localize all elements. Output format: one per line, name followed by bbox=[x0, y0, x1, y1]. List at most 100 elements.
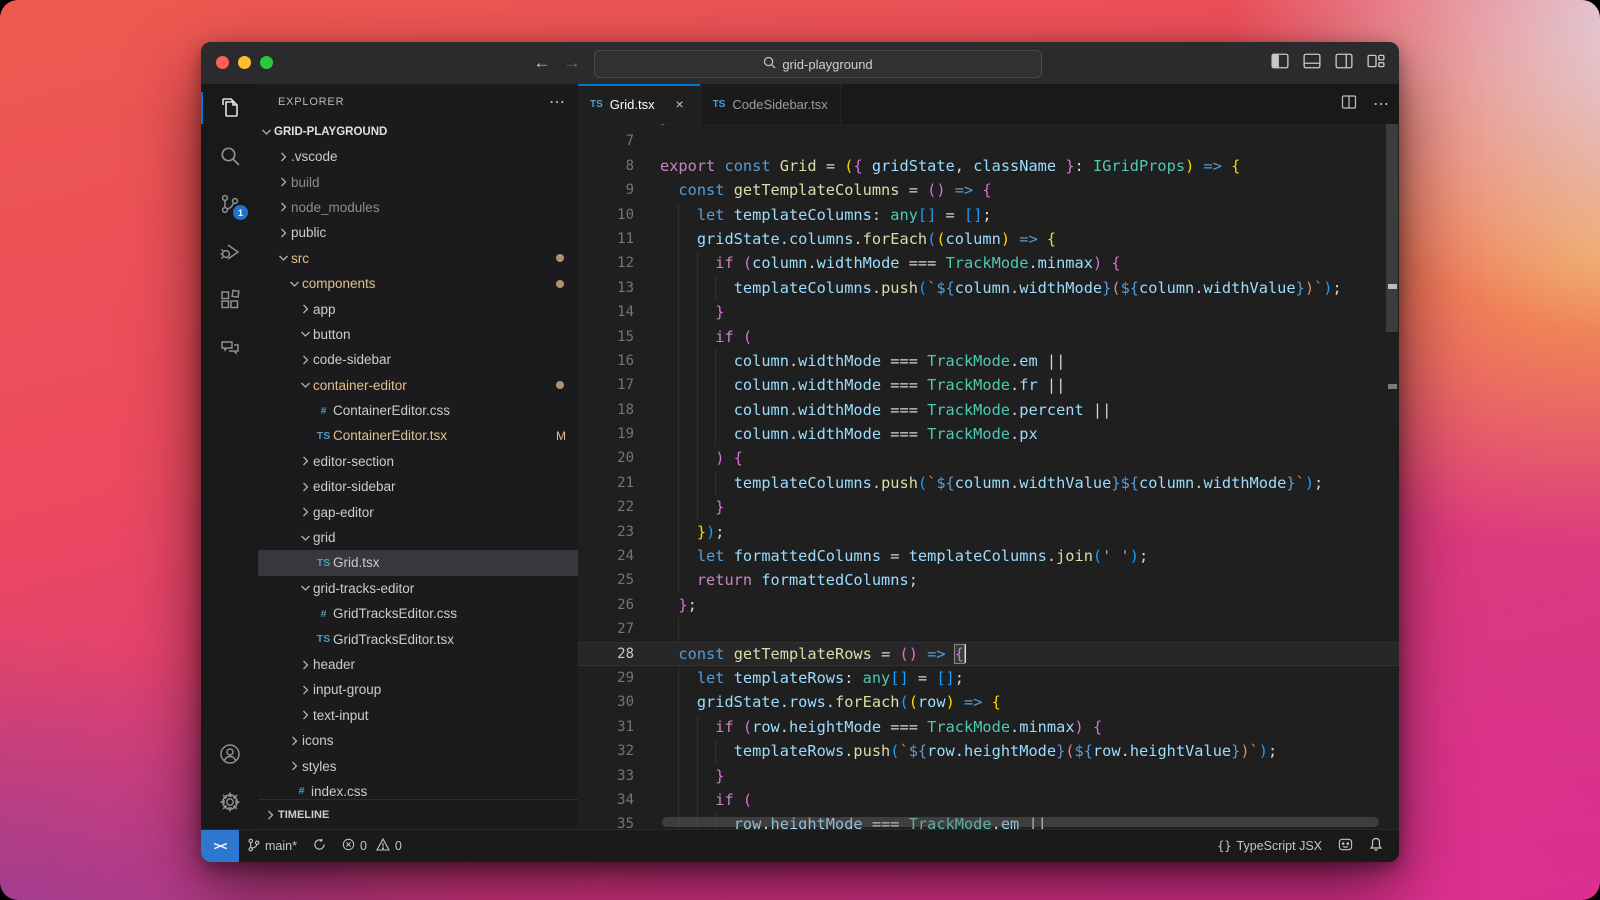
activity-explorer-icon[interactable] bbox=[201, 84, 258, 132]
code-line-27[interactable]: 27 bbox=[578, 617, 1399, 641]
editor-tab-Grid.tsx[interactable]: TSGrid.tsx× bbox=[578, 84, 701, 124]
vertical-scrollbar[interactable] bbox=[1386, 124, 1398, 332]
horizontal-scrollbar[interactable] bbox=[662, 817, 1379, 827]
tree-folder-text-input[interactable]: text-input bbox=[258, 703, 578, 728]
search-icon bbox=[763, 56, 776, 72]
code-line-34[interactable]: 34 if ( bbox=[578, 788, 1399, 812]
tree-folder-gap-editor[interactable]: gap-editor bbox=[258, 499, 578, 524]
code-line-24[interactable]: 24 let formattedColumns = templateColumn… bbox=[578, 544, 1399, 568]
toggle-primary-sidebar-icon[interactable] bbox=[1271, 52, 1289, 70]
code-line-11[interactable]: 11 gridState.columns.forEach((column) =>… bbox=[578, 227, 1399, 251]
timeline-section-header[interactable]: TIMELINE bbox=[258, 799, 578, 830]
tree-file-GridTracksEditor.tsx[interactable]: TSGridTracksEditor.tsx bbox=[258, 626, 578, 651]
editor-group: TSGrid.tsx×TSCodeSidebar.tsx ⋯ 6}78expor… bbox=[578, 84, 1399, 830]
maximize-window-button[interactable] bbox=[260, 56, 273, 69]
indent-guide bbox=[678, 764, 679, 788]
tree-folder-editor-sidebar[interactable]: editor-sidebar bbox=[258, 474, 578, 499]
problems-status[interactable]: 0 0 bbox=[334, 830, 410, 862]
code-line-21[interactable]: 21 templateColumns.push(`${column.widthV… bbox=[578, 471, 1399, 495]
code-line-23[interactable]: 23 }); bbox=[578, 520, 1399, 544]
code-line-31[interactable]: 31 if (row.heightMode === TrackMode.minm… bbox=[578, 715, 1399, 739]
indent-guide bbox=[697, 764, 698, 788]
code-line-12[interactable]: 12 if (column.widthMode === TrackMode.mi… bbox=[578, 251, 1399, 275]
activity-comments-icon[interactable] bbox=[201, 324, 258, 372]
activity-run-debug-icon[interactable] bbox=[201, 228, 258, 276]
code-line-28[interactable]: 28 const getTemplateRows = () => { bbox=[578, 642, 1399, 666]
git-branch-status[interactable]: main* bbox=[239, 830, 305, 862]
code-line-17[interactable]: 17 column.widthMode === TrackMode.fr || bbox=[578, 373, 1399, 397]
tree-folder-app[interactable]: app bbox=[258, 296, 578, 321]
code-line-15[interactable]: 15 if ( bbox=[578, 325, 1399, 349]
tree-folder-components[interactable]: components bbox=[258, 271, 578, 296]
tree-item-label: ContainerEditor.css bbox=[333, 403, 450, 418]
tree-folder-grid[interactable]: grid bbox=[258, 525, 578, 550]
editor-tab-CodeSidebar.tsx[interactable]: TSCodeSidebar.tsx bbox=[701, 84, 841, 124]
close-window-button[interactable] bbox=[216, 56, 229, 69]
tree-folder-icons[interactable]: icons bbox=[258, 728, 578, 753]
code-line-10[interactable]: 10 let templateColumns: any[] = []; bbox=[578, 203, 1399, 227]
tree-file-ContainerEditor.css[interactable]: #ContainerEditor.css bbox=[258, 398, 578, 423]
braces-icon: {} bbox=[1217, 839, 1231, 853]
tree-folder-editor-section[interactable]: editor-section bbox=[258, 449, 578, 474]
code-line-30[interactable]: 30 gridState.rows.forEach((row) => { bbox=[578, 690, 1399, 714]
tree-folder-.vscode[interactable]: .vscode bbox=[258, 144, 578, 169]
toggle-secondary-sidebar-icon[interactable] bbox=[1335, 52, 1353, 70]
code-line-18[interactable]: 18 column.widthMode === TrackMode.percen… bbox=[578, 398, 1399, 422]
accounts-icon[interactable] bbox=[201, 730, 258, 778]
tree-file-ContainerEditor.tsx[interactable]: TSContainerEditor.tsxM bbox=[258, 423, 578, 448]
tree-folder-grid-tracks-editor[interactable]: grid-tracks-editor bbox=[258, 576, 578, 601]
code-line-33[interactable]: 33 } bbox=[578, 764, 1399, 788]
code-line-8[interactable]: 8export const Grid = ({ gridState, class… bbox=[578, 154, 1399, 178]
tree-item-label: src bbox=[291, 251, 309, 266]
language-mode-selector[interactable]: {} TypeScript JSX bbox=[1209, 830, 1330, 862]
tree-folder-node_modules[interactable]: node_modules bbox=[258, 195, 578, 220]
tree-file-Grid.tsx[interactable]: TSGrid.tsx bbox=[258, 550, 578, 575]
code-line-26[interactable]: 26 }; bbox=[578, 593, 1399, 617]
feedback-button[interactable] bbox=[1330, 830, 1361, 862]
command-center-search[interactable]: grid-playground bbox=[594, 50, 1042, 78]
history-back-button[interactable]: ← bbox=[529, 50, 555, 76]
tree-file-GridTracksEditor.css[interactable]: #GridTracksEditor.css bbox=[258, 601, 578, 626]
tree-folder-public[interactable]: public bbox=[258, 220, 578, 245]
explorer-more-actions-icon[interactable]: ⋯ bbox=[549, 92, 566, 112]
code-line-25[interactable]: 25 return formattedColumns; bbox=[578, 568, 1399, 592]
settings-gear-icon[interactable] bbox=[201, 778, 258, 826]
toggle-panel-icon[interactable] bbox=[1303, 52, 1321, 70]
customize-layout-icon[interactable] bbox=[1367, 52, 1385, 70]
indent-guide bbox=[678, 349, 679, 373]
line-number: 18 bbox=[578, 398, 634, 422]
tree-item-label: grid bbox=[313, 530, 336, 545]
tree-folder-button[interactable]: button bbox=[258, 322, 578, 347]
tree-folder-header[interactable]: header bbox=[258, 652, 578, 677]
code-line-19[interactable]: 19 column.widthMode === TrackMode.px bbox=[578, 422, 1399, 446]
code-line-32[interactable]: 32 templateRows.push(`${row.heightMode}(… bbox=[578, 739, 1399, 763]
code-line-14[interactable]: 14 } bbox=[578, 300, 1399, 324]
remote-indicator-button[interactable]: >< bbox=[201, 830, 239, 862]
tree-folder-container-editor[interactable]: container-editor bbox=[258, 373, 578, 398]
code-line-9[interactable]: 9 const getTemplateColumns = () => { bbox=[578, 178, 1399, 202]
notifications-button[interactable] bbox=[1361, 830, 1391, 862]
tree-folder-input-group[interactable]: input-group bbox=[258, 677, 578, 702]
sync-changes-button[interactable] bbox=[305, 830, 334, 862]
tree-folder-code-sidebar[interactable]: code-sidebar bbox=[258, 347, 578, 372]
code-line-13[interactable]: 13 templateColumns.push(`${column.widthM… bbox=[578, 276, 1399, 300]
tree-file-index.css[interactable]: #index.css bbox=[258, 779, 578, 800]
history-forward-button[interactable]: → bbox=[559, 50, 585, 76]
code-line-16[interactable]: 16 column.widthMode === TrackMode.em || bbox=[578, 349, 1399, 373]
tree-folder-styles[interactable]: styles bbox=[258, 753, 578, 778]
code-editor[interactable]: 6}78export const Grid = ({ gridState, cl… bbox=[578, 124, 1399, 830]
code-line-29[interactable]: 29 let templateRows: any[] = []; bbox=[578, 666, 1399, 690]
activity-source-control-icon[interactable]: 1 bbox=[201, 180, 258, 228]
code-line-7[interactable]: 7 bbox=[578, 129, 1399, 153]
split-editor-icon[interactable] bbox=[1341, 94, 1357, 115]
code-line-20[interactable]: 20 ) { bbox=[578, 446, 1399, 470]
minimize-window-button[interactable] bbox=[238, 56, 251, 69]
code-line-22[interactable]: 22 } bbox=[578, 495, 1399, 519]
close-tab-icon[interactable]: × bbox=[672, 96, 688, 112]
activity-search-icon[interactable] bbox=[201, 132, 258, 180]
editor-more-actions-icon[interactable]: ⋯ bbox=[1373, 94, 1389, 114]
activity-extensions-icon[interactable] bbox=[201, 276, 258, 324]
tree-folder-build[interactable]: build bbox=[258, 169, 578, 194]
tree-folder-src[interactable]: src bbox=[258, 246, 578, 271]
tree-root-folder[interactable]: GRID-PLAYGROUND bbox=[258, 119, 578, 144]
